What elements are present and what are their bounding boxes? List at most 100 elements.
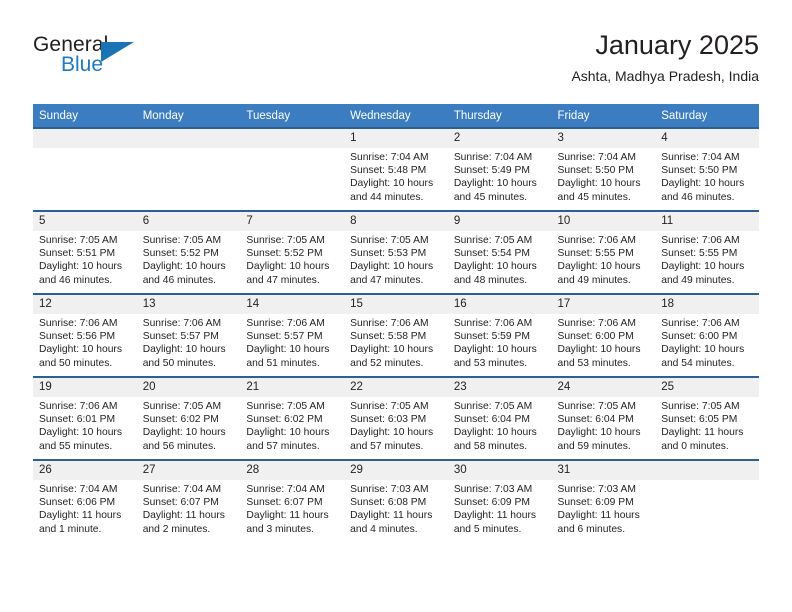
title-block: January 2025 Ashta, Madhya Pradesh, Indi… — [571, 28, 759, 86]
calendar-day-cell[interactable]: 21 Sunrise: 7:05 AM Sunset: 6:02 PM Dayligh… — [240, 376, 345, 460]
daylight-duration-line2: and 50 minutes. — [39, 357, 113, 369]
calendar-day-cell[interactable]: 2 Sunrise: 7:04 AM Sunset: 5:49 PM Daylight… — [447, 127, 552, 211]
calendar-day-cell[interactable]: 26 Sunrise: 7:04 AM Sunset: 6:06 PM Dayligh… — [33, 459, 137, 542]
day-details: Sunrise: 7:03 AM Sunset: 6:08 PM Daylight:… — [344, 480, 448, 536]
daylight-duration-line2: and 46 minutes. — [39, 274, 113, 286]
calendar-day-cell[interactable]: 31 Sunrise: 7:03 AM Sunset: 6:09 PM Dayligh… — [551, 459, 656, 542]
page-title: January 2025 — [595, 30, 759, 60]
calendar-day-cell[interactable]: 13 Sunrise: 7:06 AM Sunset: 5:57 PM Dayligh… — [136, 293, 241, 377]
daylight-duration-line2: and 47 minutes. — [246, 274, 320, 286]
calendar-day-cell[interactable]: 16 Sunrise: 7:06 AM Sunset: 5:59 PM Dayligh… — [447, 293, 552, 377]
weekday-header-row: Sunday Monday Tuesday Wednesday Thursday… — [33, 104, 759, 128]
sunrise-time: Sunrise: 7:06 AM — [142, 318, 222, 329]
daylight-duration-line2: and 55 minutes. — [39, 440, 113, 452]
day-number: 3 — [551, 129, 656, 148]
calendar-day-cell[interactable]: 3 Sunrise: 7:04 AM Sunset: 5:50 PM Daylight… — [551, 127, 656, 211]
sunset-time: Sunset: 6:00 PM — [661, 331, 738, 343]
calendar-day-cell[interactable]: 27 Sunrise: 7:04 AM Sunset: 6:07 PM Dayligh… — [136, 459, 241, 542]
calendar-day-cell[interactable]: 7 Sunrise: 7:05 AM Sunset: 5:52 PM Daylight… — [240, 210, 345, 294]
daylight-duration-line1: Daylight: 11 hours — [142, 510, 225, 522]
daylight-duration-line1: Daylight: 10 hours — [39, 427, 122, 439]
daylight-duration-line2: and 48 minutes. — [453, 274, 528, 286]
sunrise-time: Sunrise: 7:03 AM — [557, 484, 636, 495]
day-details: Sunrise: 7:04 AM Sunset: 6:07 PM Daylight:… — [240, 480, 344, 536]
sunrise-time: Sunrise: 7:06 AM — [661, 318, 740, 329]
daylight-duration-line1: Daylight: 10 hours — [142, 261, 226, 273]
day-number: 21 — [240, 378, 345, 397]
sunset-time: Sunset: 6:01 PM — [39, 414, 116, 426]
sunset-time: Sunset: 5:56 PM — [39, 331, 116, 343]
daylight-duration-line2: and 0 minutes. — [661, 440, 729, 452]
calendar-day-cell[interactable]: 30 Sunrise: 7:03 AM Sunset: 6:09 PM Dayligh… — [447, 459, 552, 542]
weekday-header-thursday: Thursday — [447, 104, 552, 128]
day-details: Sunrise: 7:06 AM Sunset: 5:57 PM Daylight:… — [137, 314, 241, 370]
calendar-day-cell[interactable]: 15 Sunrise: 7:06 AM Sunset: 5:58 PM Dayligh… — [344, 293, 448, 377]
daylight-duration-line2: and 45 minutes. — [557, 191, 631, 203]
sunrise-time: Sunrise: 7:06 AM — [661, 235, 740, 246]
day-details: Sunrise: 7:03 AM Sunset: 6:09 PM Daylight:… — [552, 480, 656, 536]
calendar-day-cell[interactable]: 19 Sunrise: 7:06 AM Sunset: 6:01 PM Dayligh… — [33, 376, 137, 460]
day-number: 1 — [344, 129, 448, 148]
calendar-page: General Blue January 2025 Ashta, Madhya … — [0, 0, 792, 612]
daylight-duration-line1: Daylight: 10 hours — [350, 344, 434, 356]
sunset-time: Sunset: 6:09 PM — [453, 497, 530, 509]
calendar-day-cell[interactable]: 22 Sunrise: 7:05 AM Sunset: 6:03 PM Dayligh… — [344, 376, 448, 460]
calendar-day-cell[interactable]: 8 Sunrise: 7:05 AM Sunset: 5:53 PM Daylight… — [344, 210, 448, 294]
day-number: 22 — [344, 378, 448, 397]
daylight-duration-line2: and 51 minutes. — [246, 357, 320, 369]
day-number: 14 — [240, 295, 345, 314]
sunrise-time: Sunrise: 7:05 AM — [142, 235, 222, 246]
calendar-day-cell[interactable]: 9 Sunrise: 7:05 AM Sunset: 5:54 PM Daylight… — [447, 210, 552, 294]
day-number: 10 — [551, 212, 656, 231]
sunrise-time: Sunrise: 7:04 AM — [142, 484, 222, 495]
calendar-day-cell[interactable]: 23 Sunrise: 7:05 AM Sunset: 6:04 PM Dayligh… — [447, 376, 552, 460]
weekday-header-sunday: Sunday — [33, 104, 137, 128]
sunrise-time: Sunrise: 7:05 AM — [453, 235, 533, 246]
triangle-flag-icon — [101, 42, 134, 62]
calendar-day-cell[interactable]: 29 Sunrise: 7:03 AM Sunset: 6:08 PM Dayligh… — [344, 459, 448, 542]
daylight-duration-line1: Daylight: 10 hours — [661, 344, 745, 356]
calendar-day-cell[interactable]: 4 Sunrise: 7:04 AM Sunset: 5:50 PM Daylight… — [655, 127, 759, 211]
weekday-header-monday: Monday — [136, 104, 241, 128]
calendar-week-row: 1 Sunrise: 7:04 AM Sunset: 5:48 PM Daylight… — [33, 127, 759, 211]
calendar-day-cell[interactable]: 25 Sunrise: 7:05 AM Sunset: 6:05 PM Dayligh… — [655, 376, 759, 460]
daylight-duration-line2: and 4 minutes. — [350, 523, 418, 535]
daylight-duration-line2: and 47 minutes. — [350, 274, 424, 286]
calendar-day-cell[interactable]: 12 Sunrise: 7:06 AM Sunset: 5:56 PM Dayligh… — [33, 293, 137, 377]
daylight-duration-line1: Daylight: 11 hours — [350, 510, 433, 522]
calendar-day-cell[interactable]: 1 Sunrise: 7:04 AM Sunset: 5:48 PM Daylight… — [344, 127, 448, 211]
daylight-duration-line1: Daylight: 11 hours — [557, 510, 640, 522]
day-details: Sunrise: 7:05 AM Sunset: 6:05 PM Daylight:… — [655, 397, 759, 453]
daylight-duration-line2: and 53 minutes. — [453, 357, 528, 369]
calendar-day-cell[interactable]: 20 Sunrise: 7:05 AM Sunset: 6:02 PM Dayligh… — [136, 376, 241, 460]
day-details: Sunrise: 7:06 AM Sunset: 6:00 PM Daylight:… — [552, 314, 656, 370]
sunrise-time: Sunrise: 7:03 AM — [453, 484, 533, 495]
daylight-duration-line2: and 57 minutes. — [350, 440, 424, 452]
sunrise-time: Sunrise: 7:04 AM — [661, 152, 740, 163]
day-number: 16 — [447, 295, 552, 314]
calendar-day-cell[interactable]: 18 Sunrise: 7:06 AM Sunset: 6:00 PM Dayligh… — [655, 293, 759, 377]
calendar-day-cell[interactable]: 10 Sunrise: 7:06 AM Sunset: 5:55 PM Dayligh… — [551, 210, 656, 294]
sunset-time: Sunset: 6:08 PM — [350, 497, 427, 509]
sunset-time: Sunset: 6:04 PM — [453, 414, 530, 426]
sunset-time: Sunset: 6:09 PM — [557, 497, 634, 509]
calendar-day-cell[interactable]: 17 Sunrise: 7:06 AM Sunset: 6:00 PM Dayligh… — [551, 293, 656, 377]
daylight-duration-line2: and 56 minutes. — [142, 440, 216, 452]
calendar-week-row: 26 Sunrise: 7:04 AM Sunset: 6:06 PM Dayligh… — [33, 459, 759, 542]
calendar-day-cell[interactable]: 5 Sunrise: 7:05 AM Sunset: 5:51 PM Daylight… — [33, 210, 137, 294]
daylight-duration-line2: and 59 minutes. — [557, 440, 631, 452]
day-details: Sunrise: 7:04 AM Sunset: 5:49 PM Daylight:… — [448, 148, 552, 204]
calendar-week-row: 12 Sunrise: 7:06 AM Sunset: 5:56 PM Dayligh… — [33, 293, 759, 377]
sunset-time: Sunset: 6:07 PM — [246, 497, 323, 509]
daylight-duration-line1: Daylight: 11 hours — [246, 510, 329, 522]
calendar-day-cell[interactable]: 28 Sunrise: 7:04 AM Sunset: 6:07 PM Dayligh… — [240, 459, 345, 542]
day-details: Sunrise: 7:06 AM Sunset: 6:01 PM Daylight:… — [33, 397, 137, 453]
calendar-day-cell[interactable]: 6 Sunrise: 7:05 AM Sunset: 5:52 PM Daylight… — [136, 210, 241, 294]
daylight-duration-line1: Daylight: 10 hours — [661, 261, 745, 273]
sunrise-time: Sunrise: 7:06 AM — [557, 318, 636, 329]
calendar-day-cell[interactable]: 11 Sunrise: 7:06 AM Sunset: 5:55 PM Dayligh… — [655, 210, 759, 294]
day-details: Sunrise: 7:05 AM Sunset: 5:51 PM Daylight:… — [33, 231, 137, 287]
calendar-day-cell[interactable]: 14 Sunrise: 7:06 AM Sunset: 5:57 PM Dayligh… — [240, 293, 345, 377]
brand-logo[interactable]: General Blue — [33, 33, 153, 85]
calendar-day-cell[interactable]: 24 Sunrise: 7:05 AM Sunset: 6:04 PM Dayligh… — [551, 376, 656, 460]
